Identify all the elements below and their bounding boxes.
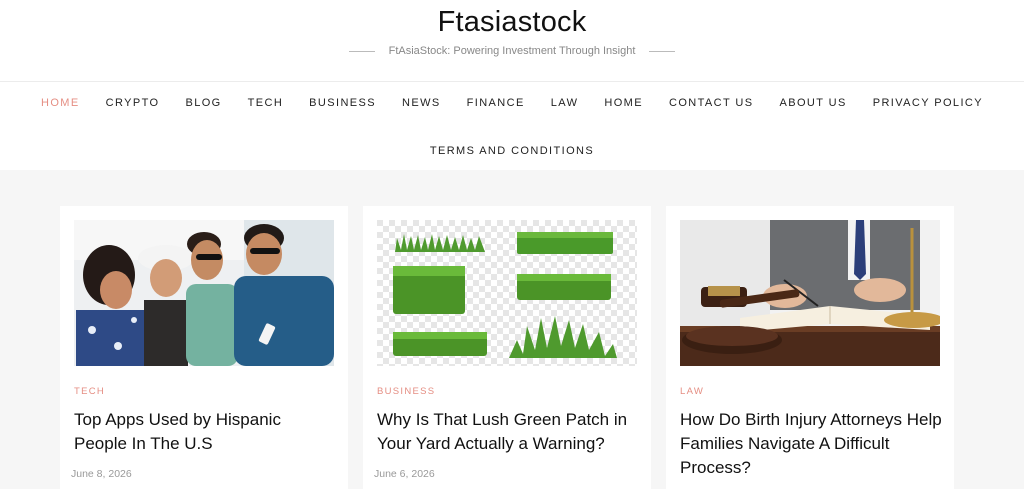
post-date: June 6, 2026 bbox=[374, 468, 435, 480]
nav-item-blog[interactable]: BLOG bbox=[185, 97, 221, 109]
nav-row-primary: HOME CRYPTO BLOG TECH BUSINESS NEWS FINA… bbox=[0, 97, 1024, 109]
nav-item-privacy-policy[interactable]: PRIVACY POLICY bbox=[873, 97, 983, 109]
nav-item-about-us[interactable]: ABOUT US bbox=[779, 97, 846, 109]
post-title[interactable]: How Do Birth Injury Attorneys Help Famil… bbox=[680, 408, 942, 480]
nav-item-home-2[interactable]: HOME bbox=[604, 97, 643, 109]
site-tagline: FtAsiaStock: Powering Investment Through… bbox=[388, 45, 636, 57]
post-category[interactable]: BUSINESS bbox=[377, 386, 435, 397]
post-thumbnail-grass-patches[interactable] bbox=[377, 220, 637, 366]
nav-item-crypto[interactable]: CRYPTO bbox=[106, 97, 160, 109]
nav-item-home[interactable]: HOME bbox=[41, 97, 80, 109]
post-title[interactable]: Top Apps Used by Hispanic People In The … bbox=[74, 408, 336, 456]
post-card: TECH Top Apps Used by Hispanic People In… bbox=[60, 206, 348, 489]
nav-item-terms-and-conditions[interactable]: TERMS AND CONDITIONS bbox=[430, 145, 594, 157]
post-card: LAW How Do Birth Injury Attorneys Help F… bbox=[666, 206, 954, 489]
nav-item-business[interactable]: BUSINESS bbox=[309, 97, 376, 109]
tagline-divider-right bbox=[649, 50, 676, 52]
nav-item-tech[interactable]: TECH bbox=[248, 97, 284, 109]
main-nav: HOME CRYPTO BLOG TECH BUSINESS NEWS FINA… bbox=[0, 82, 1024, 170]
site-header: Ftasiastock FtAsiaStock: Powering Invest… bbox=[0, 0, 1024, 82]
nav-item-finance[interactable]: FINANCE bbox=[467, 97, 525, 109]
tagline-divider-left bbox=[348, 50, 375, 52]
nav-item-news[interactable]: NEWS bbox=[402, 97, 441, 109]
site-title[interactable]: Ftasiastock bbox=[0, 6, 1024, 39]
post-category[interactable]: LAW bbox=[680, 386, 704, 397]
nav-item-law[interactable]: LAW bbox=[551, 97, 579, 109]
post-card: BUSINESS Why Is That Lush Green Patch in… bbox=[363, 206, 651, 489]
post-category[interactable]: TECH bbox=[74, 386, 105, 397]
nav-item-contact-us[interactable]: CONTACT US bbox=[669, 97, 754, 109]
post-title[interactable]: Why Is That Lush Green Patch in Your Yar… bbox=[377, 408, 639, 456]
nav-row-secondary: TERMS AND CONDITIONS bbox=[0, 141, 1024, 159]
post-date: June 8, 2026 bbox=[71, 468, 132, 480]
post-thumbnail-lawyer-gavel[interactable] bbox=[680, 220, 940, 366]
tagline-row: FtAsiaStock: Powering Investment Through… bbox=[0, 45, 1024, 57]
post-thumbnail-friends-phone[interactable] bbox=[74, 220, 334, 366]
